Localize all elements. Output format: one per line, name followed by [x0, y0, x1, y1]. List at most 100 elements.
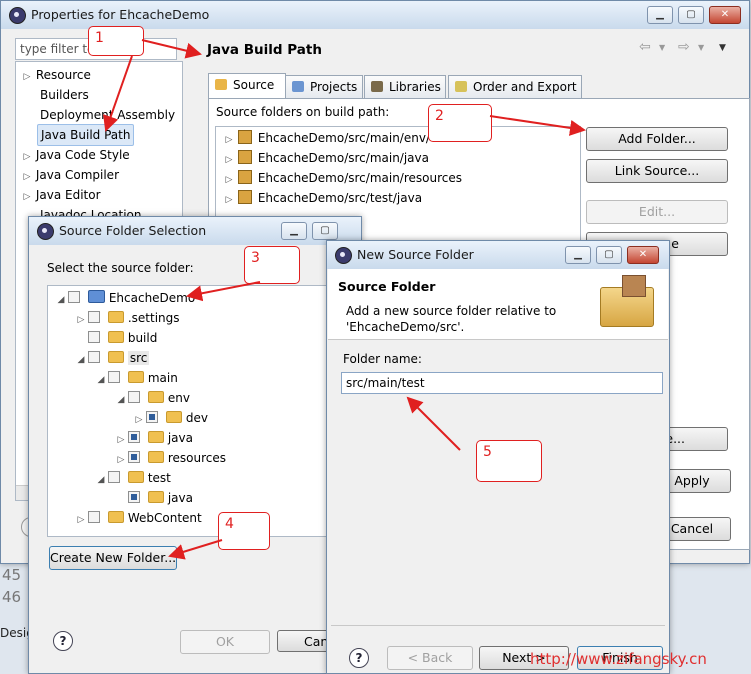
- tab-libraries[interactable]: Libraries: [364, 75, 446, 98]
- expand-icon[interactable]: ▷: [22, 147, 32, 167]
- page-title: Java Build Path: [207, 42, 322, 58]
- checkbox[interactable]: [108, 371, 120, 383]
- source-folder-item[interactable]: ▷ EhcacheDemo/src/main/env/: [224, 128, 430, 148]
- expand-icon[interactable]: ▷: [22, 187, 32, 207]
- tree-item-env[interactable]: ◢ env: [116, 388, 190, 408]
- view-menu-icon[interactable]: ▼: [719, 43, 726, 53]
- maximize-button[interactable]: ▢: [678, 6, 704, 24]
- link-source-button[interactable]: Link Source...: [586, 159, 728, 183]
- help-icon[interactable]: ?: [53, 631, 73, 651]
- checkbox[interactable]: [88, 331, 100, 343]
- expand-icon[interactable]: ▷: [134, 410, 144, 430]
- help-icon[interactable]: ?: [349, 648, 369, 668]
- maximize-button[interactable]: ▢: [596, 246, 622, 264]
- collapse-icon[interactable]: ◢: [96, 370, 106, 390]
- tree-item-resource[interactable]: ▷ Resource: [22, 65, 91, 85]
- edit-button[interactable]: Edit...: [586, 200, 728, 224]
- source-folder-item[interactable]: ▷ EhcacheDemo/src/main/resources: [224, 168, 462, 188]
- eclipse-app-icon: [9, 7, 26, 24]
- tree-item-java-code-style[interactable]: ▷ Java Code Style: [22, 145, 130, 165]
- tree-item-java[interactable]: ▷ java: [116, 428, 193, 448]
- source-folder-item[interactable]: ▷ EhcacheDemo/src/test/java: [224, 188, 422, 208]
- expand-icon[interactable]: ▷: [224, 190, 234, 210]
- back-button[interactable]: < Back: [387, 646, 473, 670]
- folder-icon: [147, 391, 164, 403]
- tree-item-java-build-path[interactable]: Java Build Path: [37, 124, 135, 146]
- add-folder-button[interactable]: Add Folder...: [586, 127, 728, 151]
- source-folder-item[interactable]: ▷ EhcacheDemo/src/main/java: [224, 148, 429, 168]
- expand-icon[interactable]: ▷: [116, 450, 126, 470]
- create-new-folder-button[interactable]: Create New Folder...: [49, 546, 177, 570]
- expand-icon[interactable]: ▷: [224, 150, 234, 170]
- tree-item-java-compiler[interactable]: ▷ Java Compiler: [22, 165, 119, 185]
- tree-item-dev[interactable]: ▷ dev: [134, 408, 208, 428]
- checkbox[interactable]: [88, 351, 100, 363]
- forward-nav-icon[interactable]: ⇨: [678, 39, 690, 55]
- collapse-icon[interactable]: ◢: [116, 390, 126, 410]
- tree-item-deployment-assembly[interactable]: Deployment Assembly: [40, 105, 175, 125]
- tab-source[interactable]: Source: [208, 73, 286, 98]
- tree-item-ehcachedemo[interactable]: ◢ EhcacheDemo: [56, 288, 195, 308]
- eclipse-app-icon: [37, 223, 54, 240]
- folder-name-input[interactable]: src/main/test: [341, 372, 663, 394]
- collapse-icon[interactable]: ◢: [56, 290, 66, 310]
- expand-icon[interactable]: ▷: [76, 310, 86, 330]
- collapse-icon[interactable]: ◢: [76, 350, 86, 370]
- source-folder-selection-title: Source Folder Selection: [59, 223, 207, 238]
- checkbox[interactable]: [128, 491, 140, 503]
- checkbox[interactable]: [88, 311, 100, 323]
- maximize-button[interactable]: ▢: [312, 222, 338, 240]
- tab-order-and-export[interactable]: Order and Export: [448, 75, 582, 98]
- expand-icon[interactable]: ▷: [22, 67, 32, 87]
- package-folder-icon: [237, 190, 252, 204]
- tree-item-java-editor[interactable]: ▷ Java Editor: [22, 185, 101, 205]
- tree-item-resources[interactable]: ▷ resources: [116, 448, 226, 468]
- folder-icon: [107, 331, 124, 343]
- source-folder-selection-titlebar: Source Folder Selection ▁ ▢: [29, 217, 361, 245]
- tree-item-build[interactable]: build: [76, 328, 157, 348]
- checkbox[interactable]: [128, 431, 140, 443]
- folder-icon: [107, 351, 124, 363]
- tree-item-src[interactable]: ◢ src: [76, 348, 150, 370]
- tree-item-builders[interactable]: Builders: [40, 85, 89, 105]
- minimize-button[interactable]: ▁: [647, 6, 673, 24]
- checkbox[interactable]: [128, 391, 140, 403]
- dropdown-nav-icon[interactable]: ▼: [659, 43, 665, 52]
- expand-icon[interactable]: ▷: [22, 167, 32, 187]
- package-box-icon: [622, 275, 646, 297]
- ok-button[interactable]: OK: [180, 630, 270, 654]
- tree-item-test-java[interactable]: java: [116, 488, 193, 508]
- minimize-button[interactable]: ▁: [565, 246, 591, 264]
- dropdown-nav-icon[interactable]: ▼: [698, 43, 704, 52]
- tab-projects[interactable]: Projects: [285, 75, 363, 98]
- checkbox[interactable]: [146, 411, 158, 423]
- package-folder-icon: [237, 150, 252, 164]
- expand-icon[interactable]: ▷: [224, 130, 234, 150]
- tree-item-main[interactable]: ◢ main: [96, 368, 178, 388]
- tree-item-test[interactable]: ◢ test: [96, 468, 171, 488]
- checkbox[interactable]: [68, 291, 80, 303]
- close-button[interactable]: ✕: [709, 6, 741, 24]
- back-nav-icon[interactable]: ⇦: [639, 39, 651, 55]
- expand-icon[interactable]: ▷: [224, 170, 234, 190]
- annotation-callout-2: 2: [428, 104, 492, 142]
- checkbox[interactable]: [88, 511, 100, 523]
- close-button[interactable]: ✕: [627, 246, 659, 264]
- expand-icon[interactable]: ▷: [116, 430, 126, 450]
- select-source-folder-label: Select the source folder:: [47, 261, 194, 275]
- checkbox[interactable]: [108, 471, 120, 483]
- expand-icon[interactable]: ▷: [76, 510, 86, 530]
- tree-item-settings[interactable]: ▷ .settings: [76, 308, 180, 328]
- tree-item-webcontent[interactable]: ▷ WebContent: [76, 508, 202, 528]
- new-source-folder-title: New Source Folder: [357, 247, 474, 262]
- checkbox[interactable]: [128, 451, 140, 463]
- source-folder-selection-dialog: Source Folder Selection ▁ ▢ Select the s…: [28, 216, 362, 674]
- libraries-icon: [371, 81, 383, 92]
- folder-icon: [107, 511, 124, 523]
- folder-name-value: src/main/test: [346, 376, 425, 390]
- order-export-icon: [455, 81, 467, 92]
- annotation-callout-4: 4: [218, 512, 270, 550]
- minimize-button[interactable]: ▁: [281, 222, 307, 240]
- collapse-icon[interactable]: ◢: [96, 470, 106, 490]
- folder-icon: [147, 491, 164, 503]
